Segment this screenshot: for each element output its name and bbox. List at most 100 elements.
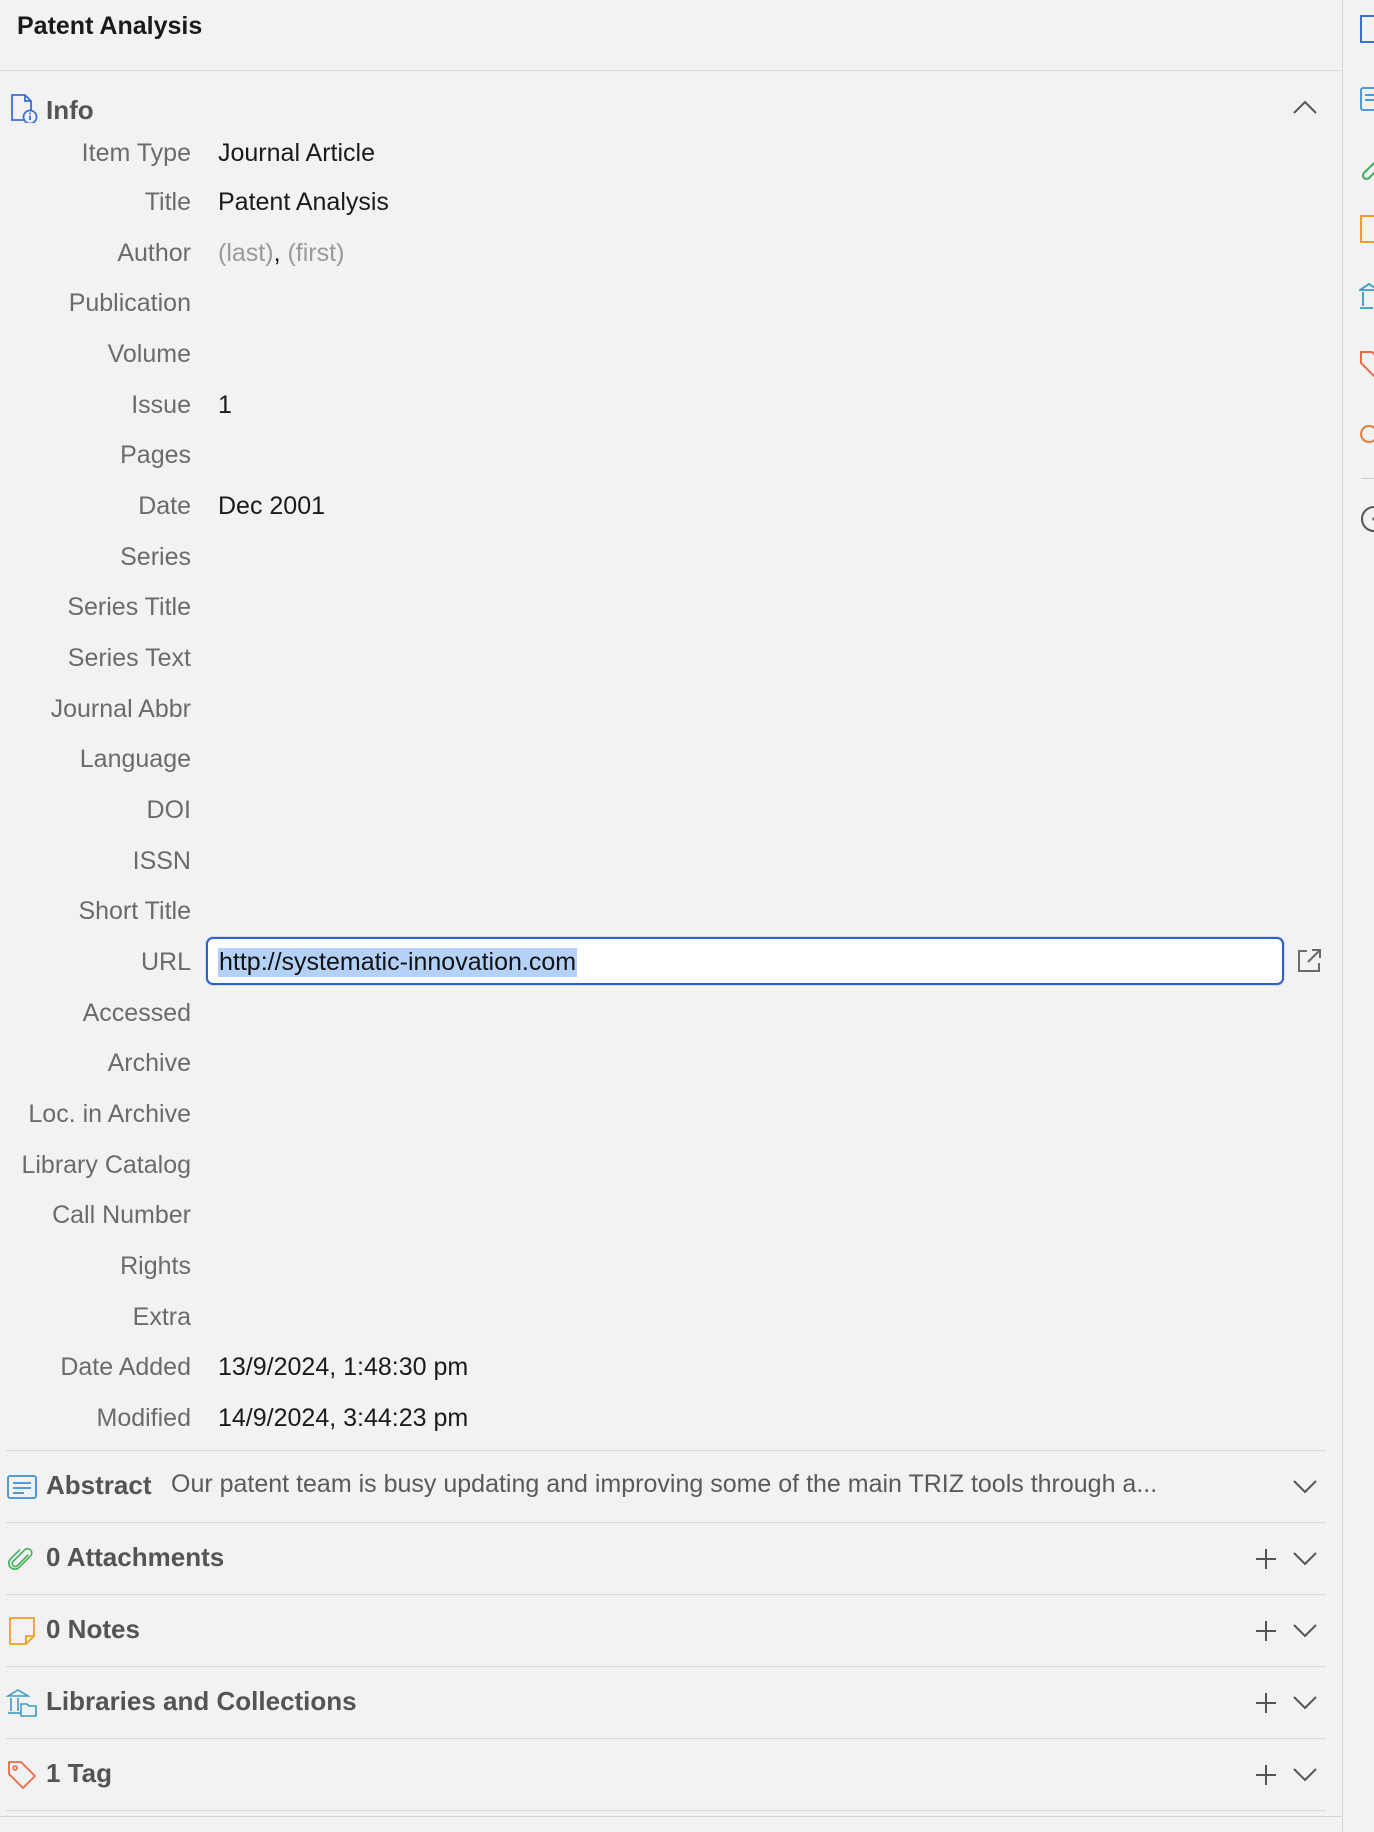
author-first-input[interactable]: (first) [287,239,344,267]
field-label: Short Title [78,897,191,925]
field-volume[interactable]: Volume [0,330,1326,380]
field-label: Journal Abbr [50,695,191,723]
field-label: Author [117,239,191,267]
pane-bottom-edge [0,1816,1342,1832]
add-attachment-icon[interactable] [1254,1547,1278,1571]
field-series-text[interactable]: Series Text [0,634,1326,684]
field-publication[interactable]: Publication [0,279,1326,329]
chevron-down-icon[interactable] [1292,1551,1318,1567]
chevron-down-icon[interactable] [1292,1623,1318,1639]
field-call-number[interactable]: Call Number [0,1191,1326,1241]
field-label: Rights [120,1252,191,1280]
field-extra[interactable]: Extra [0,1293,1326,1343]
field-label: Language [79,745,191,773]
abstract-section-header[interactable]: Abstract Our patent team is busy updatin… [0,1451,1326,1521]
field-label: Loc. in Archive [28,1100,191,1128]
sidenav-tags-icon[interactable] [1359,350,1374,380]
field-title[interactable]: Title Patent Analysis [0,178,1326,228]
author-last-input[interactable]: (last) [218,239,274,267]
field-label: Date [138,492,191,520]
sidenav-info-icon[interactable] [1359,14,1374,44]
field-value: 13/9/2024, 1:48:30 pm [218,1353,469,1381]
sidenav-related-icon[interactable] [1359,422,1374,452]
field-value[interactable]: Dec 2001 [218,492,325,521]
field-date[interactable]: Date Dec 2001 [0,482,1326,532]
field-short-title[interactable]: Short Title [0,887,1326,937]
abstract-section-label: Abstract [46,1470,152,1500]
field-label: Archive [107,1049,191,1077]
field-label: Series Title [67,593,191,621]
field-label: Call Number [52,1201,191,1229]
info-section-label: Info [46,95,94,125]
field-value[interactable]: Journal Article [218,139,375,168]
field-label: Item Type [81,139,191,167]
field-issn[interactable]: ISSN [0,837,1326,887]
sidenav-attachments-icon[interactable] [1359,154,1374,184]
field-label: Library Catalog [21,1151,191,1179]
notes-section-header[interactable]: 0 Notes [0,1595,1326,1665]
chevron-up-icon[interactable] [1292,99,1318,115]
attachments-section-label: 0 Attachments [46,1542,225,1572]
field-label: Accessed [82,999,191,1027]
add-note-icon[interactable] [1254,1619,1278,1643]
tag-icon [8,1761,36,1789]
add-to-collection-icon[interactable] [1254,1691,1278,1715]
sidenav-libraries-icon[interactable] [1359,282,1374,312]
url-input-value[interactable]: http://systematic-innovation.com [218,948,578,977]
abstract-icon [7,1475,37,1499]
field-label: Publication [68,289,191,317]
tags-section-label: 1 Tag [46,1758,112,1788]
chevron-down-icon[interactable] [1292,1479,1318,1495]
field-label: Date Added [60,1353,191,1381]
notes-section-label: 0 Notes [46,1614,140,1644]
chevron-down-icon[interactable] [1292,1695,1318,1711]
author-separator: , [273,239,281,267]
open-external-icon[interactable] [1295,947,1323,975]
field-label: Pages [120,441,191,469]
sidenav-separator [1361,478,1374,479]
field-pages[interactable]: Pages [0,431,1326,481]
url-input[interactable]: http://systematic-innovation.com [206,937,1284,985]
divider [6,1810,1326,1811]
field-label: Title [144,188,191,216]
sidenav-more-icon[interactable] [1359,504,1374,534]
sidenav-abstract-icon[interactable] [1359,84,1374,114]
field-label: Issue [131,391,191,419]
sidenav-notes-icon[interactable] [1359,214,1374,244]
field-label: ISSN [132,847,191,875]
field-accessed[interactable]: Accessed [0,989,1326,1039]
libraries-section-header[interactable]: Libraries and Collections [0,1667,1326,1737]
field-value[interactable]: Patent Analysis [218,188,389,217]
field-loc-in-archive[interactable]: Loc. in Archive [0,1090,1326,1140]
field-modified: Modified 14/9/2024, 3:44:23 pm [0,1394,1326,1444]
field-series[interactable]: Series [0,533,1326,583]
field-label: Series Text [67,644,191,672]
field-value: 14/9/2024, 3:44:23 pm [218,1404,469,1432]
field-rights[interactable]: Rights [0,1242,1326,1292]
pane-header: Patent Analysis [0,0,1342,71]
field-journal-abbr[interactable]: Journal Abbr [0,685,1326,735]
add-tag-icon[interactable] [1254,1763,1278,1787]
field-archive[interactable]: Archive [0,1039,1326,1089]
note-icon [9,1617,35,1645]
field-library-catalog[interactable]: Library Catalog [0,1141,1326,1191]
field-language[interactable]: Language [0,735,1326,785]
field-label: Series [120,543,191,571]
chevron-down-icon[interactable] [1292,1767,1318,1783]
field-series-title[interactable]: Series Title [0,583,1326,633]
field-item-type[interactable]: Item Type Journal Article [0,129,1326,179]
field-issue[interactable]: Issue 1 [0,381,1326,431]
field-author[interactable]: Author (last), (first) [0,229,1326,279]
info-document-icon [11,94,38,123]
field-doi[interactable]: DOI [0,786,1326,836]
pane-title: Patent Analysis [17,12,203,40]
field-value[interactable]: 1 [218,391,232,420]
libraries-section-label: Libraries and Collections [46,1686,357,1716]
field-label: URL [140,948,191,976]
paperclip-icon [8,1547,33,1570]
field-date-added: Date Added 13/9/2024, 1:48:30 pm [0,1343,1326,1393]
abstract-preview: Our patent team is busy updating and imp… [171,1470,1158,1498]
field-label: Volume [107,340,191,368]
tags-section-header[interactable]: 1 Tag [0,1739,1326,1809]
attachments-section-header[interactable]: 0 Attachments [0,1523,1326,1593]
